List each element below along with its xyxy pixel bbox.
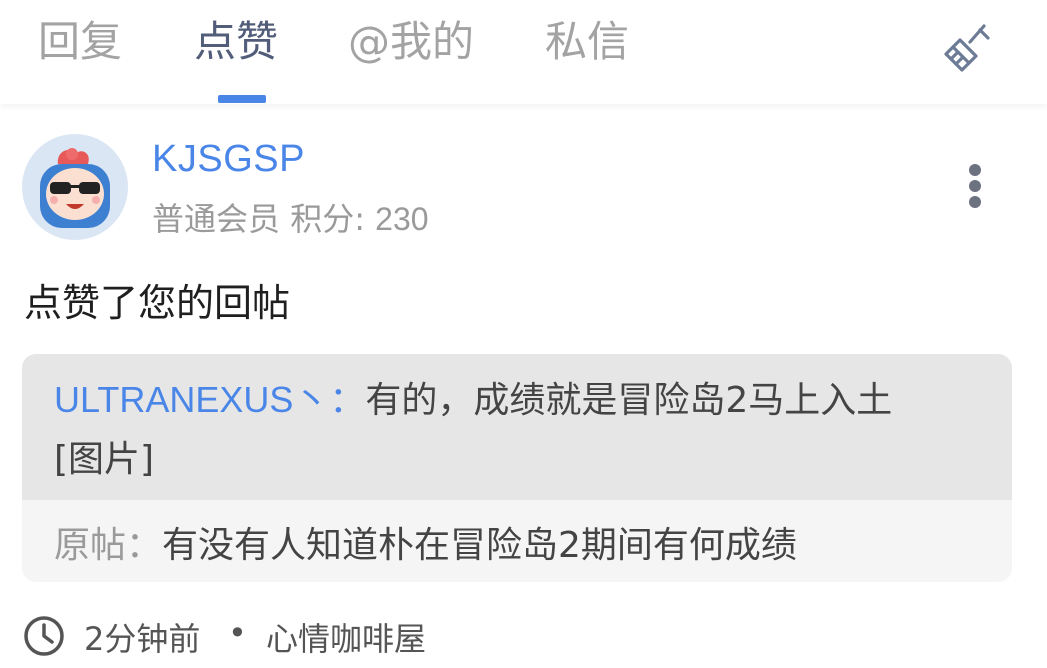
quoted-image-placeholder: [图片] [54,439,155,480]
tab-replies[interactable]: 回复 [38,12,122,72]
user-meta: 普通会员 积分: 230 [152,194,429,240]
score-label: 积分: [290,200,365,238]
quoted-reply: ULTRANEXUS丶：有的，成绩就是冒险岛2马上入土 [图片] [22,354,1012,500]
quoted-author[interactable]: ULTRANEXUS丶 [54,379,329,420]
quoted-reply-card[interactable]: ULTRANEXUS丶：有的，成绩就是冒险岛2马上入土 [图片] 原帖：有没有人… [22,354,1012,582]
username[interactable]: KJSGSP [152,138,305,181]
original-post: 原帖：有没有人知道朴在冒险岛2期间有何成绩 [54,520,797,572]
broom-icon[interactable] [940,18,996,74]
avatar-illustration [40,148,110,228]
tab-mentions[interactable]: @我的 [348,12,474,72]
quoted-separator: ： [329,380,366,421]
action-text: 点赞了您的回帖 [24,281,291,325]
quoted-text: 有的，成绩就是冒险岛2马上入土 [365,380,893,421]
tab-messages[interactable]: 私信 [545,12,629,72]
item-footer: 2分钟前 • 心情咖啡屋 [22,612,622,662]
forum-name[interactable]: 心情咖啡屋 [266,614,426,660]
tab-likes[interactable]: 点赞 [194,12,278,72]
avatar[interactable] [22,134,128,240]
timestamp: 2分钟前 [84,620,201,658]
separator-dot: • [228,614,247,652]
clock-icon [24,616,64,656]
member-role: 普通会员 [152,200,281,238]
active-tab-indicator [218,95,266,103]
more-options-icon[interactable] [955,158,995,214]
original-post-label: 原帖： [54,525,163,566]
original-post-title: 有没有人知道朴在冒险岛2期间有何成绩 [162,525,797,566]
quoted-reply-line: ULTRANEXUS丶：有的，成绩就是冒险岛2马上入土 [54,374,892,427]
score-value: 230 [375,201,429,237]
tab-bar: 回复 点赞 @我的 私信 [0,0,1047,104]
